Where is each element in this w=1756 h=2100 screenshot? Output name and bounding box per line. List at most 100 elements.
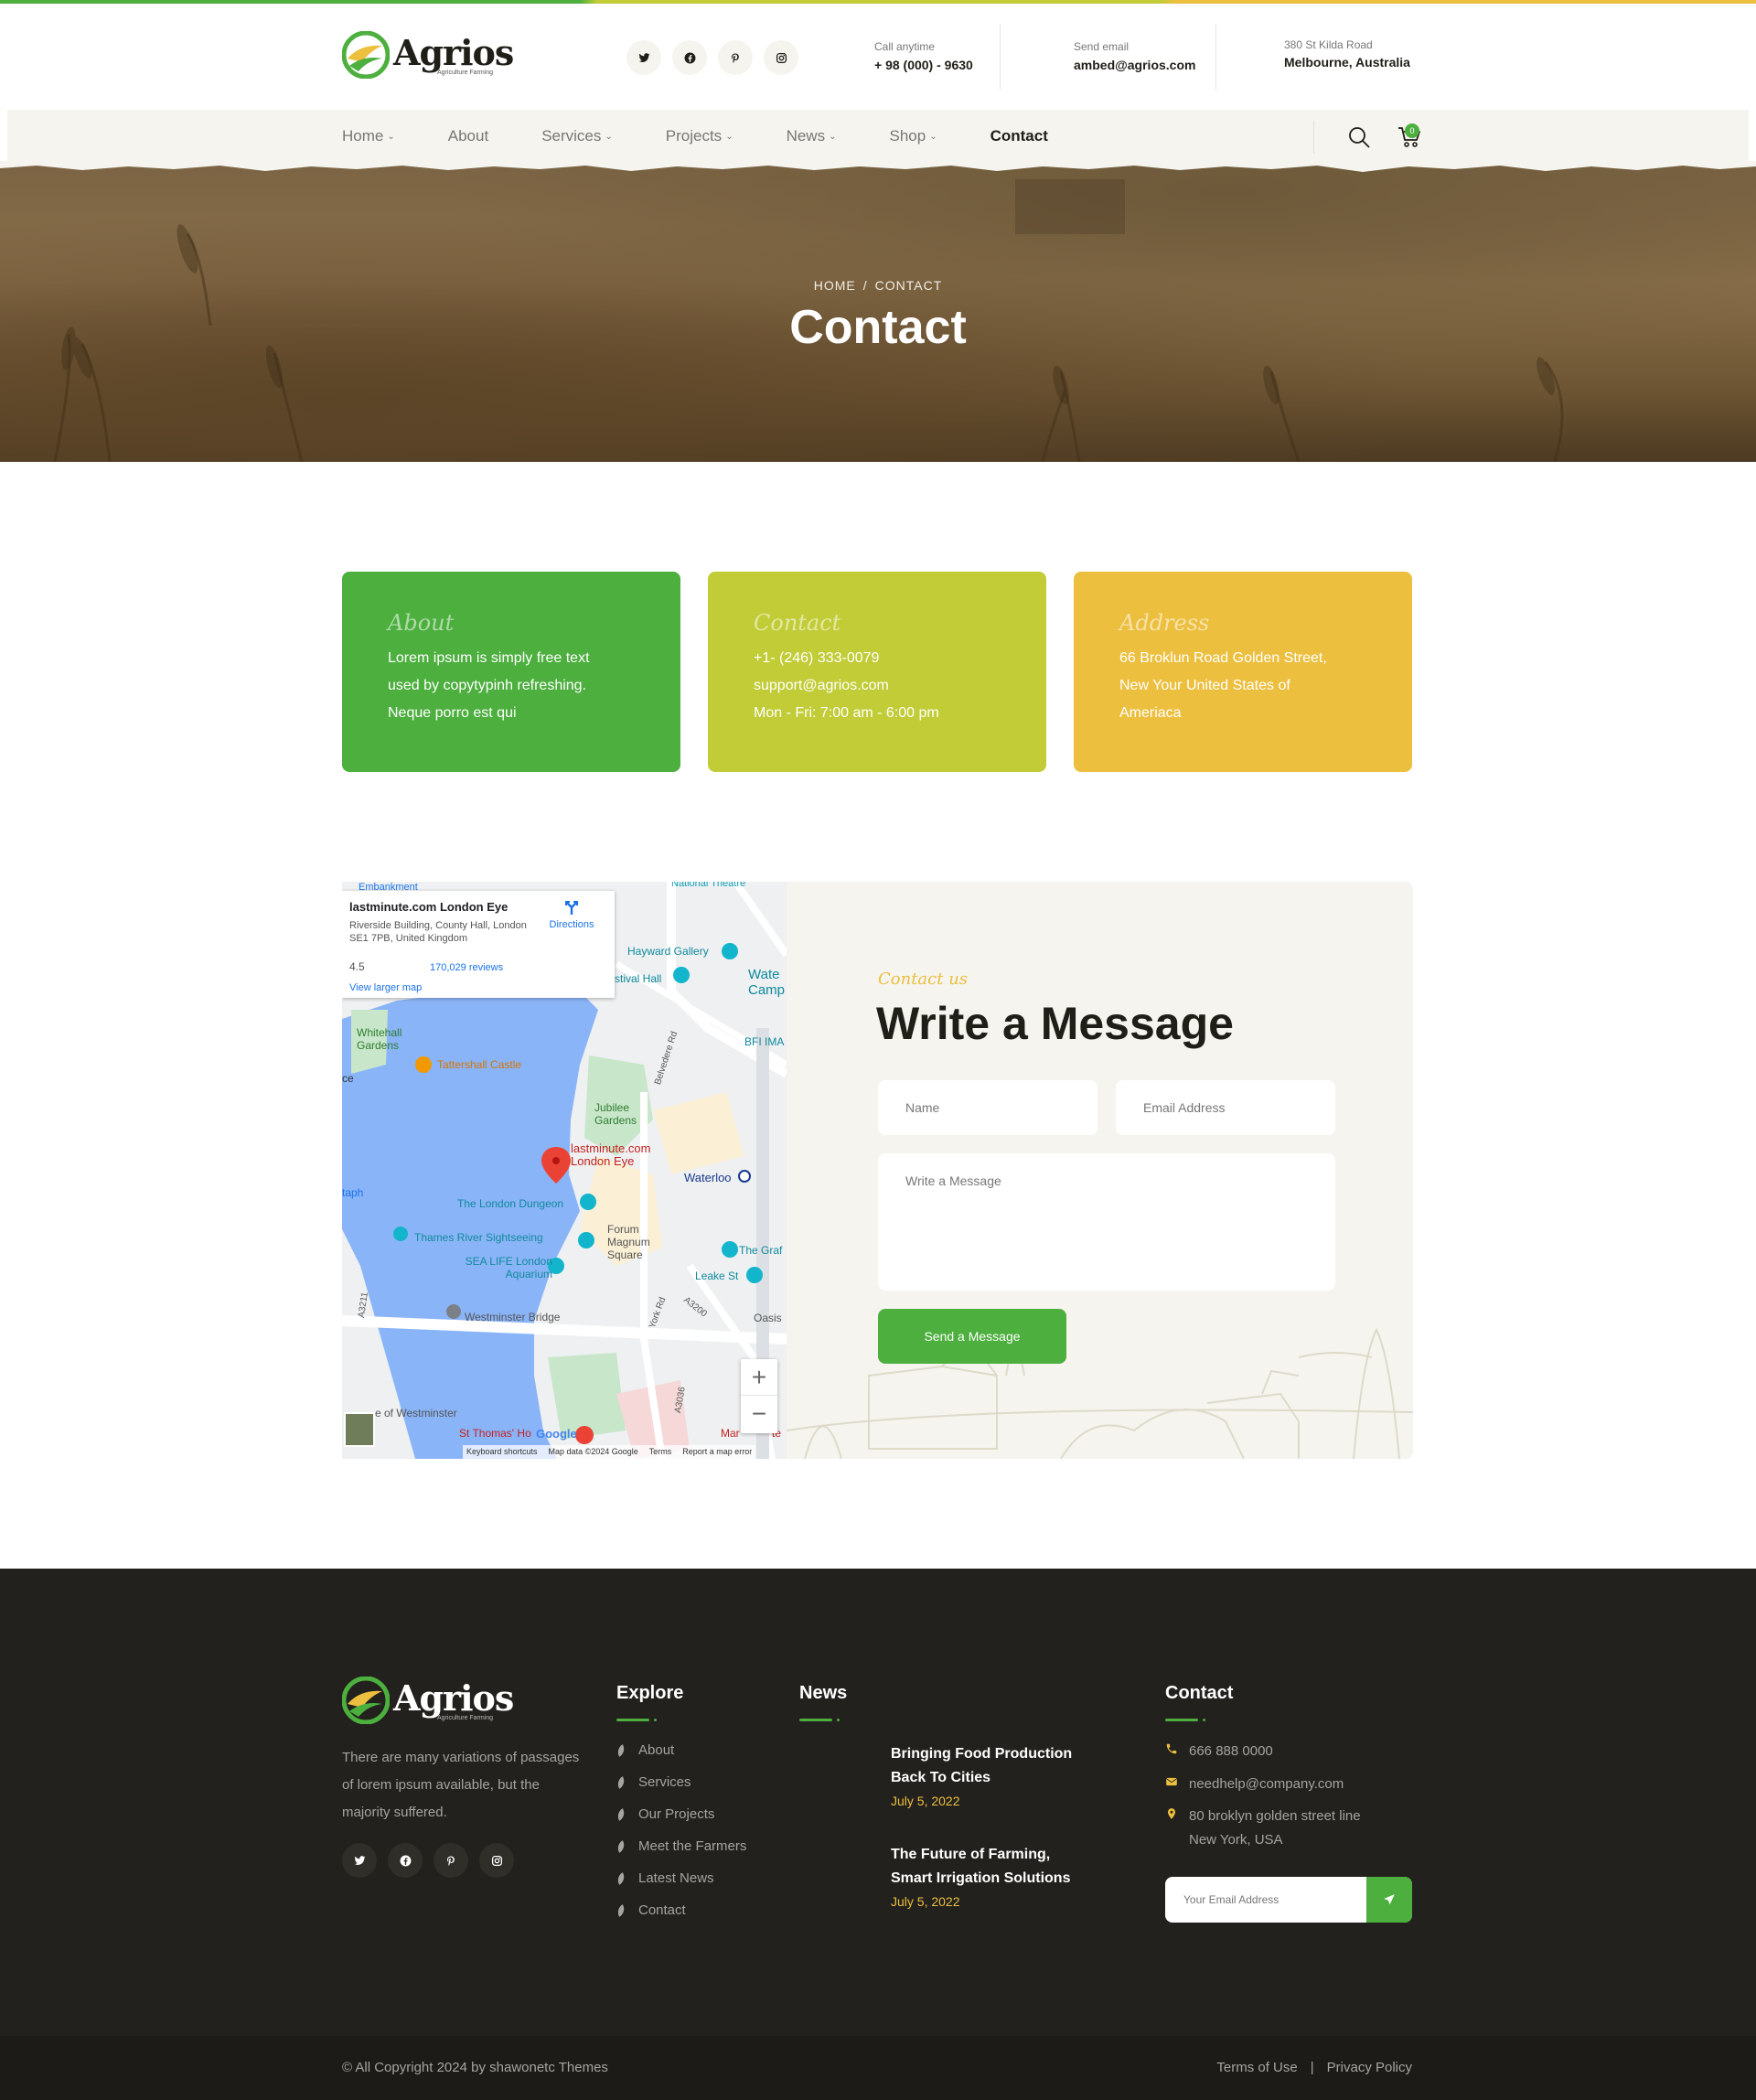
map-directions-button[interactable]: Directions — [540, 898, 604, 930]
footer-link-label: Services — [638, 1774, 691, 1790]
news-date: July 5, 2022 — [891, 1894, 960, 1909]
email-input[interactable]: Email Address — [1116, 1080, 1335, 1135]
footer-phone-text: 666 888 0000 — [1189, 1743, 1273, 1759]
pinterest-icon[interactable] — [718, 40, 753, 75]
map-place-address: Riverside Building, County Hall, London … — [349, 920, 527, 944]
nav-item-shop[interactable]: Shop ⌄ — [889, 127, 937, 145]
form-title: Write a Message — [876, 998, 1234, 1049]
breadcrumb-home[interactable]: HOME — [814, 278, 856, 293]
nav-item-about[interactable]: About — [448, 127, 488, 145]
footer-logo[interactable]: Agrios Agriculture Farming — [342, 1677, 514, 1724]
footer-address-line: New York, USA — [1189, 1832, 1283, 1848]
name-input[interactable]: Name — [878, 1080, 1098, 1135]
footer-link-farmers[interactable]: Meet the Farmers — [615, 1838, 747, 1870]
message-textarea[interactable]: Write a Message — [878, 1153, 1335, 1291]
directions-label: Directions — [549, 919, 594, 930]
site-logo[interactable]: Agrios Agriculture Farming — [342, 31, 514, 79]
nav-menu: Home ⌄ About Services ⌄ Projects ⌄ News ⌄ Shop ⌄ Co… — [342, 110, 1101, 163]
map-attribution: Keyboard shortcuts Map data ©2024 Google… — [463, 1445, 756, 1459]
footer-news-item[interactable]: The Future of Farming, Smart Irrigation … — [891, 1843, 1092, 1909]
call-label: Call anytime — [874, 40, 936, 53]
nav-item-label: Services — [541, 127, 602, 145]
twitter-icon[interactable] — [342, 1843, 377, 1878]
nav-item-services[interactable]: Services ⌄ — [541, 127, 613, 145]
footer-bottom-bar: © All Copyright 2024 by shawonetc Themes… — [0, 2036, 1756, 2100]
news-title[interactable]: The Future of Farming, Smart Irrigation … — [891, 1843, 1092, 1891]
map-label: The London Dungeon — [457, 1197, 564, 1210]
newsletter-submit-button[interactable] — [1366, 1877, 1412, 1923]
news-title[interactable]: Bringing Food Production Back To Cities — [891, 1742, 1092, 1790]
map-label: stival Hall — [615, 972, 662, 985]
map-label: The Graf — [739, 1244, 783, 1257]
footer-link-label: Contact — [638, 1902, 686, 1918]
zoom-in-button[interactable]: + — [741, 1359, 777, 1396]
nav-item-label: Shop — [889, 127, 926, 145]
send-message-button[interactable]: Send a Message — [878, 1309, 1066, 1364]
map-place-reviews[interactable]: 170,029 reviews — [430, 962, 503, 973]
info-box-email[interactable]: support@agrios.com — [754, 672, 1001, 700]
instagram-icon[interactable] — [764, 40, 798, 75]
google-map[interactable]: Embankment National Theatre Hayward Gall… — [342, 882, 787, 1459]
nav-item-news[interactable]: News ⌄ — [787, 127, 837, 145]
newsletter-form: Your Email Address — [1165, 1877, 1412, 1923]
site-footer: Agrios Agriculture Farming There are man… — [0, 1569, 1756, 2036]
info-box-line: Lorem ipsum is simply free text — [388, 650, 590, 666]
map-thumbnail[interactable] — [344, 1412, 375, 1447]
footer-link-services[interactable]: Services — [615, 1774, 746, 1806]
nav-item-label: News — [786, 127, 826, 145]
footer-phone[interactable]: 666 888 0000 — [1165, 1740, 1273, 1763]
map-pin-icon — [1165, 1805, 1180, 1852]
report-error-link[interactable]: Report a map error — [682, 1447, 752, 1457]
directions-icon — [565, 901, 578, 915]
email-address[interactable]: ambed@agrios.com — [1074, 58, 1195, 72]
footer-explore-links: About Services Our Projects Meet the Far… — [615, 1742, 747, 1934]
terms-of-use-link[interactable]: Terms of Use — [1216, 2036, 1297, 2100]
footer-title-underline — [616, 1719, 657, 1721]
map-label: Jubilee Gardens — [594, 1101, 637, 1127]
privacy-policy-link[interactable]: Privacy Policy — [1327, 2036, 1412, 2100]
footer-link-label: Latest News — [638, 1870, 714, 1886]
footer-link-contact[interactable]: Contact — [615, 1902, 746, 1934]
envelope-icon — [1165, 1773, 1180, 1796]
nav-item-contact[interactable]: Contact — [990, 127, 1048, 145]
info-box-about: About Lorem ipsum is simply free text us… — [342, 572, 680, 772]
footer-explore-title: Explore — [616, 1683, 684, 1703]
address-line-2: Melbourne, Australia — [1284, 55, 1410, 70]
pinterest-icon[interactable] — [434, 1843, 468, 1878]
header-divider — [1000, 24, 1001, 90]
leaf-icon — [615, 1840, 627, 1853]
footer-news-item[interactable]: Bringing Food Production Back To Cities … — [891, 1742, 1092, 1808]
map-label: ce — [342, 1072, 354, 1085]
header-email: Send email ambed@agrios.com — [1074, 40, 1195, 72]
call-number[interactable]: + 98 (000) - 9630 — [874, 58, 973, 72]
terms-link[interactable]: Terms — [649, 1447, 672, 1457]
map-label: Hayward Gallery — [627, 945, 709, 958]
keyboard-shortcuts-link[interactable]: Keyboard shortcuts — [466, 1447, 538, 1457]
nav-divider — [1313, 121, 1314, 154]
instagram-icon[interactable] — [479, 1843, 514, 1878]
zoom-out-button[interactable]: − — [741, 1396, 777, 1432]
footer-title-underline — [799, 1719, 840, 1721]
search-icon[interactable] — [1348, 126, 1370, 148]
footer-link-projects[interactable]: Our Projects — [615, 1806, 746, 1838]
address-line-1: 380 St Kilda Road — [1284, 38, 1373, 51]
facebook-icon[interactable] — [672, 40, 707, 75]
footer-link-label: Meet the Farmers — [638, 1838, 747, 1854]
footer-link-about[interactable]: About — [615, 1742, 746, 1774]
newsletter-email-input[interactable]: Your Email Address — [1183, 1877, 1279, 1923]
logo-leaf-icon — [342, 31, 390, 79]
facebook-icon[interactable] — [388, 1843, 423, 1878]
footer-link-news[interactable]: Latest News — [615, 1870, 746, 1902]
map-label: Whitehall Gardens — [357, 1026, 402, 1052]
view-larger-map-link[interactable]: View larger map — [349, 982, 422, 993]
map-label: National Theatre — [671, 882, 746, 889]
info-box-phone[interactable]: +1- (246) 333-0079 — [754, 645, 1001, 672]
chevron-down-icon: ⌄ — [929, 132, 937, 142]
nav-item-projects[interactable]: Projects ⌄ — [666, 127, 733, 145]
footer-email[interactable]: needhelp@company.com — [1165, 1773, 1344, 1796]
nav-item-home[interactable]: Home ⌄ — [342, 127, 395, 145]
info-box-hours: Mon - Fri: 7:00 am - 6:00 pm — [754, 705, 939, 721]
site-header: Agrios Agriculture Farming Call anytime … — [0, 4, 1756, 110]
chevron-down-icon: ⌄ — [725, 132, 733, 142]
twitter-icon[interactable] — [626, 40, 661, 75]
